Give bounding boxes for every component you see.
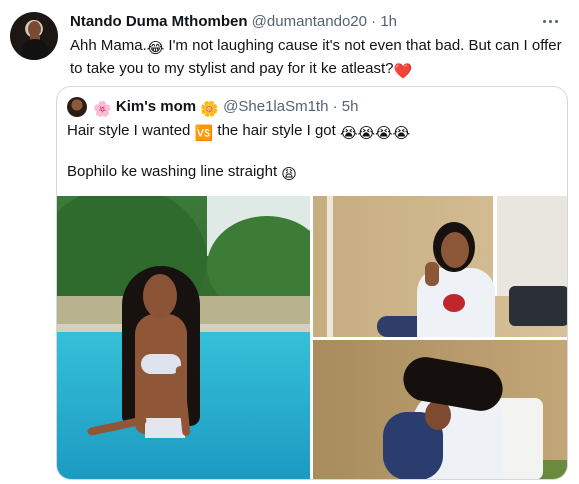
vs-emoji-icon: 🆚: [194, 125, 214, 142]
author-name[interactable]: Ntando Duma Mthomben: [70, 13, 248, 30]
photo-crouching[interactable]: [313, 340, 567, 479]
tweet-text: Ahh Mama.😂 I'm not laughing cause it's n…: [70, 36, 565, 82]
photo-sitting[interactable]: [313, 196, 567, 337]
quoted-tweet[interactable]: 🌸 Kim's mom 🌼 @She1laSm1th · 5h Hair sty…: [56, 86, 568, 480]
photo-sitting-window: [493, 196, 567, 296]
author-handle[interactable]: @dumantando20: [252, 13, 367, 30]
photo-sitting-pole: [327, 196, 333, 337]
photo-sitting-shirt-print: [443, 294, 465, 312]
photo-pool-swimsuit-bottom: [145, 418, 185, 438]
photo-grid: [57, 196, 567, 479]
photo-sitting-table: [509, 286, 567, 326]
tweet-text-part1: Ahh Mama.: [70, 37, 147, 54]
quoted-author-avatar: [67, 97, 87, 117]
quoted-text-line1: Hair style I wanted 🆚 the hair style I g…: [67, 122, 410, 142]
photo-sitting-hand: [425, 262, 439, 286]
avatar-body: [22, 39, 48, 60]
quoted-line2-text: Bophilo ke washing line straight: [67, 163, 282, 180]
quoted-tweet-header: 🌸 Kim's mom 🌼 @She1laSm1th · 5h: [93, 98, 358, 118]
quoted-author-name: Kim's mom: [115, 98, 197, 115]
tired-emoji-icon: 😩: [281, 166, 297, 183]
photo-pool-face: [143, 274, 177, 318]
quoted-tweet-time: 5h: [341, 98, 359, 115]
tweet-time[interactable]: 1h: [380, 13, 397, 30]
crying-emoji-icon: 😭😭😭😭: [339, 125, 411, 142]
separator-dot: ·: [371, 13, 377, 30]
heart-emoji-icon: ❤️: [393, 63, 413, 80]
daisy-emoji-icon: 🌼: [200, 101, 219, 118]
photo-pool[interactable]: [57, 196, 310, 479]
more-icon[interactable]: [539, 12, 561, 30]
tweet-header: Ntando Duma Mthomben @dumantando20 · 1h: [70, 13, 397, 30]
quoted-line1-part2: the hair style I got: [213, 122, 340, 139]
author-avatar[interactable]: [10, 12, 58, 60]
photo-sitting-face: [441, 232, 469, 268]
quoted-line1-part1: Hair style I wanted: [67, 122, 195, 139]
blossom-emoji-icon: 🌸: [93, 101, 112, 118]
joy-emoji-icon: 😂: [146, 40, 165, 57]
quoted-author-handle: @She1laSm1th: [223, 98, 329, 115]
quoted-separator-dot: ·: [332, 98, 338, 115]
quoted-text-line2: Bophilo ke washing line straight 😩: [67, 163, 297, 183]
